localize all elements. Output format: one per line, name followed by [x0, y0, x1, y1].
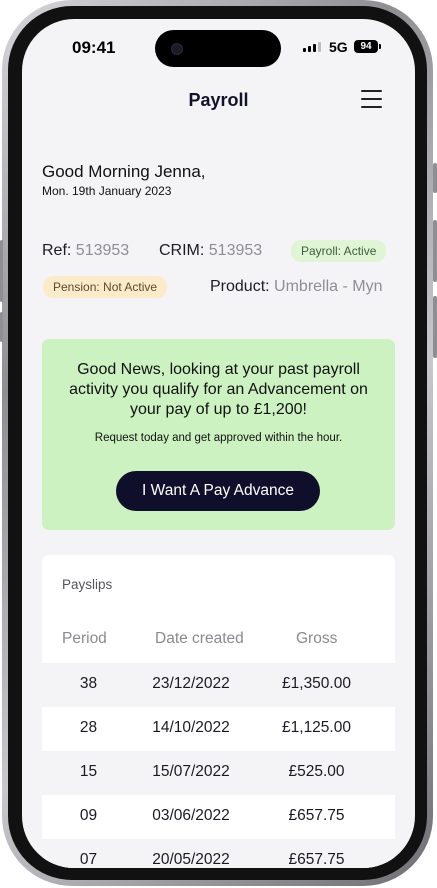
status-bar: 09:41 5G 94	[22, 19, 415, 75]
battery-icon: 94	[354, 40, 378, 53]
promo-headline: Good News, looking at your past payroll …	[69, 361, 368, 418]
status-time: 09:41	[72, 38, 116, 57]
volume-down-button	[0, 312, 3, 342]
promo-subtext: Request today and get approved within th…	[94, 432, 343, 444]
pay-advance-button[interactable]: I Want A Pay Advance	[116, 471, 320, 511]
signal-icon	[303, 42, 321, 52]
crim-label: CRIM:	[159, 242, 205, 259]
ref-value: 513953	[75, 242, 130, 259]
cell-gross: £1,350.00	[282, 675, 351, 692]
hamburger-menu-icon[interactable]	[361, 90, 382, 108]
page-title: Payroll	[188, 90, 249, 110]
camera-icon	[171, 43, 183, 55]
payslips-card: Payslips Period Date created Gross 38 23…	[42, 555, 395, 868]
cell-gross: £525.00	[288, 763, 345, 780]
dynamic-island	[155, 30, 281, 67]
cell-period: 07	[79, 851, 98, 868]
cell-gross: £657.75	[288, 807, 345, 824]
cell-period: 28	[79, 719, 98, 736]
pay-advance-banner: Good News, looking at your past payroll …	[42, 339, 395, 530]
product-info: Product: Umbrella - Myn	[210, 278, 383, 296]
greeting-date: Mon. 19th January 2023	[42, 184, 172, 198]
table-row[interactable]: 38 23/12/2022 £1,350.00	[42, 663, 395, 707]
cell-date: 20/05/2022	[152, 851, 230, 868]
cell-period: 38	[79, 675, 98, 692]
crim-info: CRIM: 513953	[159, 242, 262, 260]
payslips-table: 38 23/12/2022 £1,350.00 28 14/10/2022 £1…	[42, 663, 395, 868]
column-header-gross: Gross	[296, 630, 338, 647]
greeting-text: Good Morning Jenna,	[42, 162, 206, 181]
cell-date: 03/06/2022	[152, 807, 230, 824]
cell-gross: £657.75	[288, 851, 345, 868]
app-screen: 09:41 5G 94 Payroll Good Morning Jenna, …	[22, 19, 415, 868]
table-row[interactable]: 07 20/05/2022 £657.75	[42, 839, 395, 868]
crim-value: 513953	[208, 242, 263, 259]
payroll-status-badge: Payroll: Active	[291, 240, 387, 262]
power-button	[433, 163, 437, 193]
cell-date: 15/07/2022	[152, 763, 230, 780]
cell-date: 14/10/2022	[152, 719, 230, 736]
ref-info: Ref: 513953	[42, 242, 129, 260]
battery-tip	[379, 44, 381, 49]
table-row[interactable]: 09 03/06/2022 £657.75	[42, 795, 395, 839]
product-value: Umbrella - Myn	[274, 278, 383, 295]
product-label: Product:	[210, 278, 270, 295]
table-row[interactable]: 15 15/07/2022 £525.00	[42, 751, 395, 795]
ref-label: Ref:	[42, 242, 72, 259]
network-label: 5G	[329, 39, 348, 55]
cell-period: 15	[79, 763, 98, 780]
volume-up-button	[0, 240, 3, 302]
side-button-2	[433, 220, 437, 282]
pension-status-badge: Pension: Not Active	[43, 276, 168, 298]
cell-period: 09	[79, 807, 98, 824]
payslips-title: Payslips	[62, 577, 113, 592]
cell-date: 23/12/2022	[152, 675, 230, 692]
side-button-3	[433, 296, 437, 358]
cell-gross: £1,125.00	[282, 719, 351, 736]
column-header-date: Date created	[155, 630, 244, 647]
table-row[interactable]: 28 14/10/2022 £1,125.00	[42, 707, 395, 751]
column-header-period: Period	[62, 630, 107, 647]
